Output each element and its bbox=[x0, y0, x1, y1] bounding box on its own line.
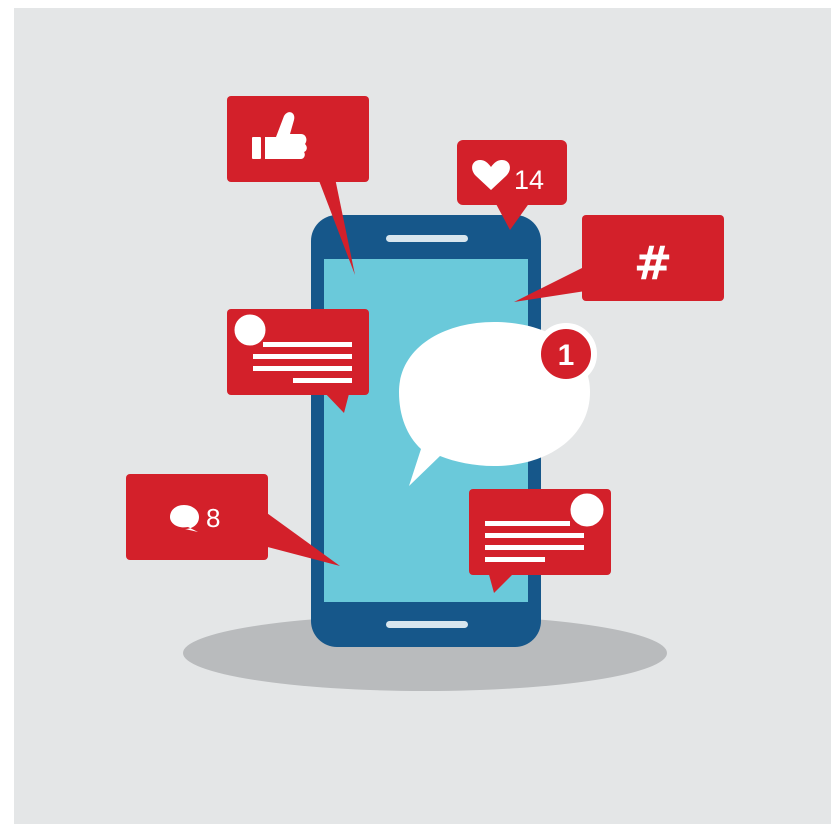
avatar-icon bbox=[567, 490, 607, 530]
comment-count: 8 bbox=[206, 503, 220, 533]
phone-home-bar bbox=[386, 621, 468, 628]
heart-count: 14 bbox=[514, 165, 544, 195]
unread-badge-count: 1 bbox=[558, 339, 575, 372]
avatar-icon bbox=[231, 311, 269, 349]
social-media-illustration: 1 14 # 8 bbox=[14, 8, 831, 824]
hashtag-icon: # bbox=[634, 236, 673, 290]
phone-speaker bbox=[386, 235, 468, 242]
